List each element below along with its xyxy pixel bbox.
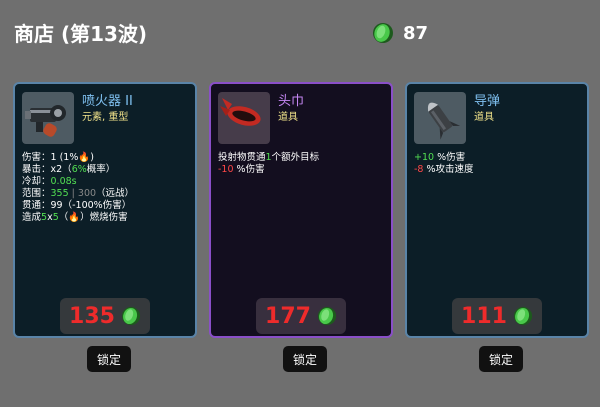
- stat-value: x2（: [50, 164, 72, 175]
- coin-icon: [512, 306, 533, 326]
- stat-value: +10: [414, 152, 435, 163]
- stat-value: 0.08s: [50, 176, 77, 187]
- stat-value: ）燃烧伤害: [80, 212, 128, 223]
- stat-line: -10 %伤害: [218, 164, 390, 176]
- stat-value: 355: [50, 188, 69, 199]
- stat-label: 暴击：: [22, 164, 51, 175]
- buy-button[interactable]: 135: [60, 298, 150, 334]
- lock-button[interactable]: 锁定: [87, 346, 131, 372]
- stat-value: %伤害: [233, 164, 265, 175]
- item-price: 135: [69, 303, 115, 329]
- stat-label: 范围：: [22, 188, 51, 199]
- coin-icon: [120, 306, 141, 326]
- stat-line: +10 %伤害: [414, 152, 586, 164]
- item-type: 道具: [278, 112, 298, 123]
- stat-value: 个额外目标: [271, 152, 320, 163]
- flamethrower-icon: [22, 92, 74, 144]
- shop-item-card[interactable]: 喷火器 II 元素, 重型 伤害：1 (1%🔥) 暴击：x2（6%概率） 冷却：0.…: [13, 82, 197, 338]
- shop-item-card[interactable]: 头巾 道具 投射物贯通1个额外目标 -10 %伤害 177: [209, 82, 393, 338]
- headband-icon: [218, 92, 270, 144]
- stat-value: -10: [218, 164, 234, 175]
- stat-line: 暴击：x2（6%概率）: [22, 164, 194, 176]
- stat-value: 6%: [71, 164, 87, 175]
- stat-line: 范围：355 | 300（远战）: [22, 188, 194, 200]
- item-stats: 伤害：1 (1%🔥) 暴击：x2（6%概率） 冷却：0.08s 范围：355 | 30…: [22, 152, 194, 224]
- coin-icon: [316, 306, 337, 326]
- stat-line: 伤害：1 (1%🔥): [22, 152, 194, 164]
- item-name: 头巾: [278, 94, 305, 109]
- item-stats: 投射物贯通1个额外目标 -10 %伤害: [218, 152, 390, 176]
- stat-line: 投射物贯通1个额外目标: [218, 152, 390, 164]
- shop-item-card[interactable]: 导弹 道具 +10 %伤害 -8 %攻击速度 111: [405, 82, 589, 338]
- buy-button[interactable]: 177: [256, 298, 346, 334]
- item-name: 喷火器 II: [82, 94, 133, 109]
- item-price: 177: [265, 303, 311, 329]
- stat-value: 概率）: [86, 164, 116, 175]
- buy-button[interactable]: 111: [452, 298, 542, 334]
- stat-value: 1 (1%: [50, 152, 79, 163]
- coin-icon: [372, 22, 393, 44]
- stat-line: -8 %攻击速度: [414, 164, 586, 176]
- coin-count: 87: [403, 22, 429, 44]
- stat-value: | 300: [68, 188, 97, 199]
- shop-title: 商店 (第13波): [14, 22, 148, 46]
- stat-value: 🔥: [68, 212, 81, 223]
- stat-value: 🔥: [78, 152, 91, 163]
- stat-label: 伤害：: [22, 152, 51, 163]
- stat-line: 造成5x5（🔥）燃烧伤害: [22, 212, 194, 224]
- stat-value: 投射物贯通: [218, 152, 266, 163]
- stat-value: ): [90, 152, 94, 163]
- stat-value: %伤害: [434, 152, 466, 163]
- item-type: 道具: [474, 112, 494, 123]
- stat-value: %攻击速度: [423, 164, 474, 175]
- missile-icon: [414, 92, 466, 144]
- stat-value: （远战）: [96, 188, 135, 199]
- item-price: 111: [461, 303, 507, 329]
- lock-button[interactable]: 锁定: [479, 346, 523, 372]
- coin-counter: 87: [372, 20, 428, 46]
- item-stats: +10 %伤害 -8 %攻击速度: [414, 152, 586, 176]
- stat-value: 99（-100%伤害）: [50, 200, 132, 211]
- item-name: 导弹: [474, 94, 501, 109]
- stat-value: （: [58, 212, 69, 223]
- item-type: 元素, 重型: [82, 112, 129, 123]
- stat-line: 贯通：99（-100%伤害）: [22, 200, 194, 212]
- stat-line: 冷却：0.08s: [22, 176, 194, 188]
- stat-label: 贯通：: [22, 200, 51, 211]
- stat-label: 冷却：: [22, 176, 51, 187]
- lock-button[interactable]: 锁定: [283, 346, 327, 372]
- stat-value: 造成: [22, 212, 42, 223]
